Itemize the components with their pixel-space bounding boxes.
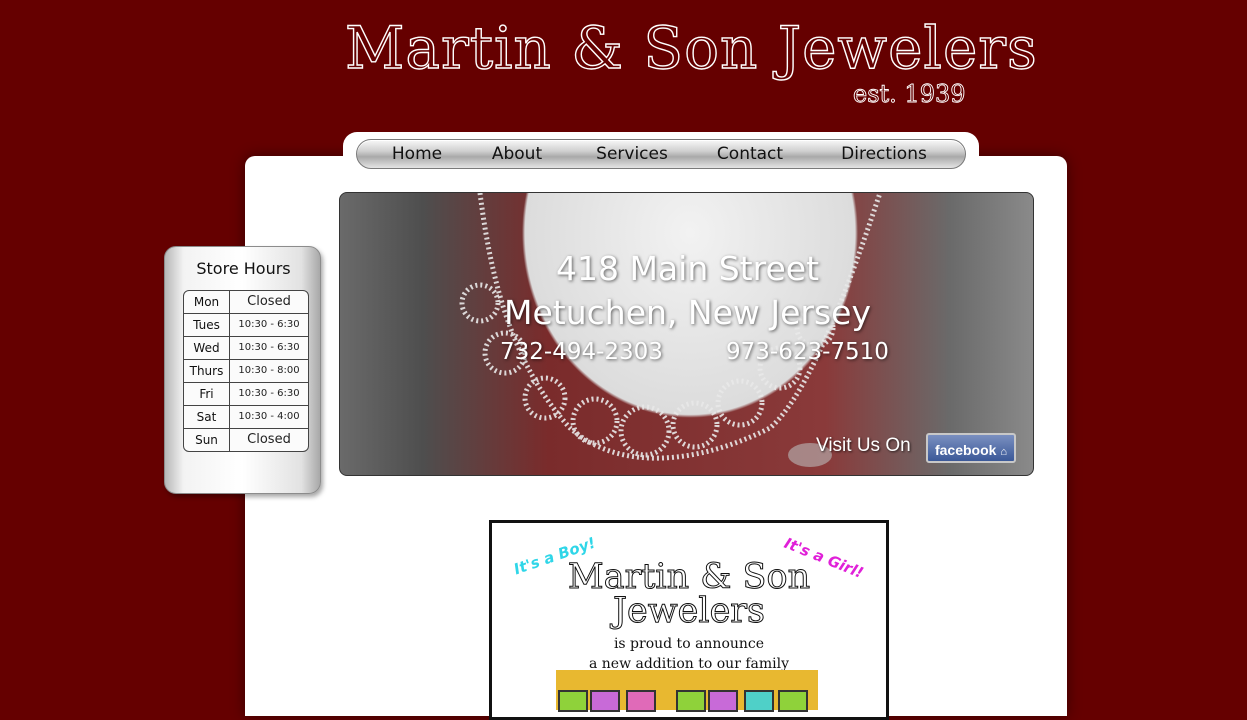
store-hours-title: Store Hours (196, 259, 291, 278)
hours-time: Closed (247, 294, 291, 309)
phone-number-2[interactable]: 973-623-7510 (726, 339, 889, 365)
hours-time: 10:30 - 8:00 (238, 365, 300, 376)
hours-time: Closed (247, 432, 291, 447)
facebook-button[interactable]: facebook ⌂ (926, 433, 1016, 463)
hours-time: 10:30 - 4:00 (238, 411, 300, 422)
hours-row-thurs: Thurs 10:30 - 8:00 (184, 359, 308, 382)
phone-number-1[interactable]: 732-494-2303 (500, 339, 663, 365)
toy-block (676, 690, 706, 712)
hours-row-fri: Fri 10:30 - 6:30 (184, 382, 308, 405)
address-street: 418 Main Street (555, 249, 820, 288)
hours-day: Sat (184, 406, 230, 428)
baby-blocks-image (556, 670, 818, 712)
announcement-name-line2: Jewelers (612, 591, 765, 632)
address-city: Metuchen, New Jersey (504, 293, 871, 332)
hours-row-tues: Tues 10:30 - 6:30 (184, 313, 308, 336)
toy-block (744, 690, 774, 712)
hours-day: Thurs (184, 360, 230, 382)
hours-day: Sun (184, 429, 230, 451)
announcement-flyer: It's a Boy! It's a Girl! Martin & Son Je… (489, 520, 889, 720)
hours-row-wed: Wed 10:30 - 6:30 (184, 336, 308, 359)
hours-time: 10:30 - 6:30 (238, 342, 300, 353)
store-hours-table: Mon Closed Tues 10:30 - 6:30 Wed 10:30 -… (183, 290, 309, 452)
nav-services[interactable]: Services (577, 140, 687, 168)
toy-block (708, 690, 738, 712)
hours-day: Fri (184, 383, 230, 405)
nav-directions[interactable]: Directions (825, 140, 943, 168)
home-icon: ⌂ (1000, 446, 1007, 458)
main-navigation: Home About Services Contact Directions (356, 139, 966, 169)
store-hours-panel: Store Hours Mon Closed Tues 10:30 - 6:30… (164, 246, 321, 494)
toy-block (558, 690, 588, 712)
announcement-text-line1: is proud to announce (613, 636, 765, 652)
hours-time: 10:30 - 6:30 (238, 388, 300, 399)
facebook-label: facebook (934, 442, 997, 458)
hours-row-sun: Sun Closed (184, 428, 308, 451)
hours-day: Mon (184, 291, 230, 313)
established-year: est. 1939 (853, 80, 966, 109)
toy-block (590, 690, 620, 712)
hours-day: Tues (184, 314, 230, 336)
hours-time: 10:30 - 6:30 (238, 319, 300, 330)
nav-about[interactable]: About (477, 140, 557, 168)
facebook-visit-text[interactable]: Visit Us On (816, 435, 911, 457)
hours-row-mon: Mon Closed (184, 291, 308, 313)
site-title: Martin & Son Jewelers (344, 13, 1038, 82)
hours-day: Wed (184, 337, 230, 359)
nav-home[interactable]: Home (357, 140, 477, 168)
toy-block (626, 690, 656, 712)
toy-block (778, 690, 808, 712)
nav-contact[interactable]: Contact (700, 140, 800, 168)
hours-row-sat: Sat 10:30 - 4:00 (184, 405, 308, 428)
hero-banner: 418 Main Street Metuchen, New Jersey 732… (339, 192, 1034, 476)
